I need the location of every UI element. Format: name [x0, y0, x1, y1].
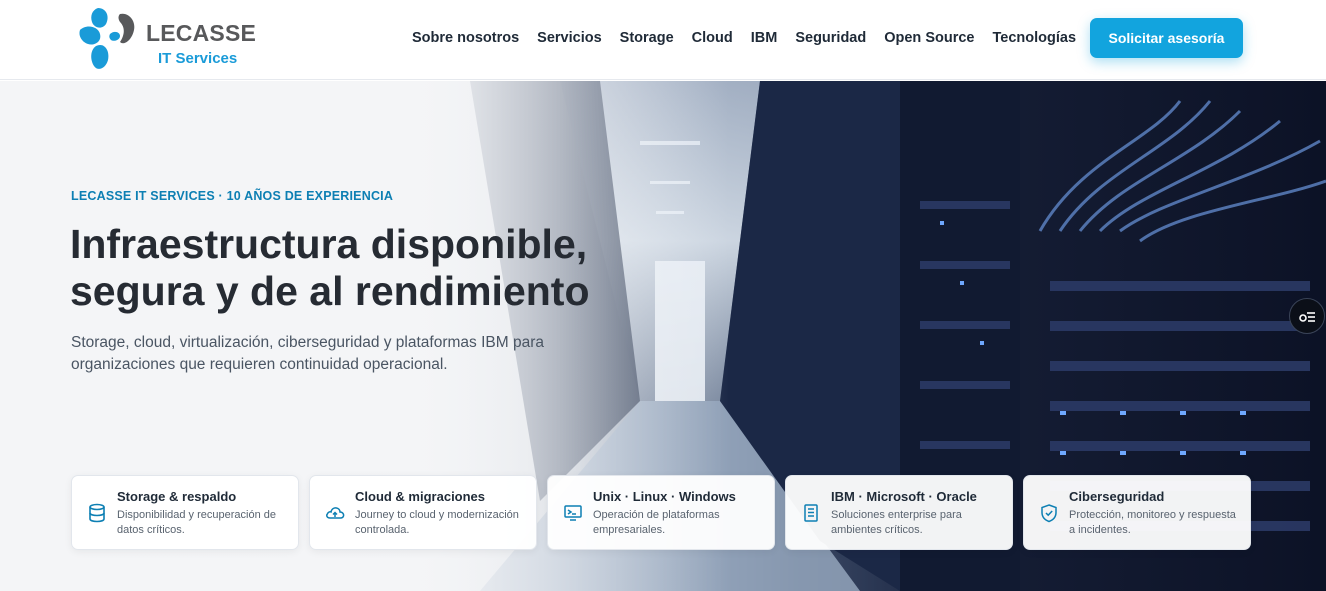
cloud-upload-icon	[326, 507, 345, 519]
card-description: Operación de plataformas empresariales.	[593, 509, 720, 536]
document-icon	[804, 504, 818, 522]
hero-section: LECASSE IT SERVICES · 10 AÑOS DE EXPERIE…	[0, 81, 1326, 591]
nav-item-servicios[interactable]: Servicios	[537, 30, 602, 50]
card-description: Protección, monitoreo y respuesta a inci…	[1069, 509, 1236, 536]
monitor-terminal-icon	[564, 505, 582, 521]
card-description: Journey to cloud y modernización control…	[355, 509, 519, 536]
service-card-storage[interactable]: Storage & respaldo Disponibilidad y recu…	[71, 475, 299, 550]
nav-item-cloud[interactable]: Cloud	[692, 30, 733, 50]
hero-eyebrow: LECASSE IT SERVICES · 10 AÑOS DE EXPERIE…	[71, 189, 394, 203]
accessibility-menu-icon	[1299, 312, 1315, 322]
shield-check-icon	[1041, 504, 1057, 523]
site-header: LECASSE IT Services Sobre nosotros Servi…	[0, 0, 1326, 80]
nav-item-open-source[interactable]: Open Source	[884, 30, 974, 50]
accessibility-menu-button[interactable]	[1289, 298, 1325, 334]
main-nav: Sobre nosotros Servicios Storage Cloud I…	[412, 30, 1094, 50]
nav-item-sobre-nosotros[interactable]: Sobre nosotros	[412, 30, 519, 50]
database-icon	[89, 503, 105, 523]
card-title: Unix · Linux · Windows	[593, 489, 736, 504]
service-card-security[interactable]: Ciberseguridad Protección, monitoreo y r…	[1023, 475, 1251, 550]
hero-title-line-1: Infraestructura disponible,	[70, 221, 588, 267]
request-advice-button[interactable]: Solicitar asesoría	[1090, 18, 1243, 58]
brand-subtitle: IT Services	[158, 50, 238, 67]
hero-title-line-2: segura y de al rendimiento	[70, 268, 590, 314]
service-card-cloud[interactable]: Cloud & migraciones Journey to cloud y m…	[309, 475, 537, 550]
card-title: Storage & respaldo	[117, 489, 237, 504]
service-card-platforms[interactable]: Unix · Linux · Windows Operación de plat…	[547, 475, 775, 550]
logo-mark-icon	[79, 8, 135, 69]
service-card-enterprise[interactable]: IBM · Microsoft · Oracle Soluciones ente…	[785, 475, 1013, 550]
card-title: Cloud & migraciones	[355, 489, 486, 504]
card-description: Disponibilidad y recuperación de datos c…	[117, 509, 276, 536]
nav-item-storage[interactable]: Storage	[620, 30, 674, 50]
brand-logo[interactable]: LECASSE IT Services	[76, 6, 256, 72]
service-cards: Storage & respaldo Disponibilidad y recu…	[71, 475, 1251, 550]
card-title: IBM · Microsoft · Oracle	[831, 489, 977, 504]
hero-lead: Storage, cloud, virtualización, ciberseg…	[71, 334, 544, 373]
nav-item-ibm[interactable]: IBM	[751, 30, 778, 50]
card-description: Soluciones enterprise para ambientes crí…	[831, 509, 962, 536]
nav-item-tecnologias[interactable]: Tecnologías	[992, 30, 1076, 50]
nav-item-seguridad[interactable]: Seguridad	[795, 30, 866, 50]
hero-title: Infraestructura disponible, segura y de …	[70, 221, 690, 315]
card-title: Ciberseguridad	[1069, 489, 1165, 504]
brand-name: LECASSE	[146, 20, 257, 46]
